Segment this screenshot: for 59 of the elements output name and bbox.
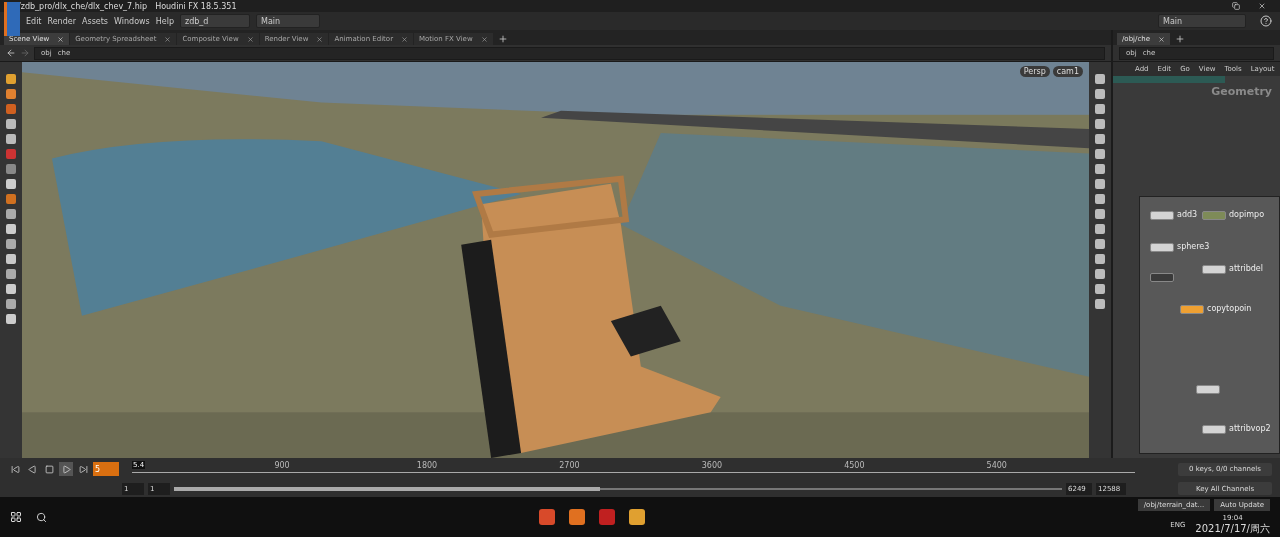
close-icon[interactable]	[1158, 35, 1165, 43]
network-node[interactable]	[1150, 211, 1174, 220]
network-canvas[interactable]: add3 dopimpo sphere3 attribdel copytopoin attribvop2	[1139, 196, 1280, 454]
search-icon[interactable]	[36, 511, 47, 523]
node-label: dopimpo	[1229, 210, 1265, 219]
tick-label: 2700	[559, 461, 580, 470]
close-icon[interactable]	[57, 35, 65, 43]
node-label: sphere3	[1177, 242, 1210, 251]
app-icon[interactable]	[599, 509, 616, 525]
network-node[interactable]	[1150, 273, 1174, 282]
restore-icon[interactable]	[1232, 2, 1240, 10]
app-icon[interactable]	[539, 509, 556, 525]
add-tab-icon[interactable]	[497, 34, 508, 44]
desktop-dropdown[interactable]: zdb_d	[180, 14, 250, 28]
camera-menu[interactable]: Persp	[1019, 66, 1050, 77]
app-icon[interactable]	[569, 509, 586, 525]
network-node[interactable]	[1150, 243, 1174, 252]
tick-label: 4500	[844, 461, 865, 470]
tick-label: 3600	[701, 461, 723, 470]
file-path: /zdb_pro/dlx_che/dlx_chev_7.hip	[18, 1, 148, 11]
network-node[interactable]	[1202, 265, 1226, 274]
menu-item[interactable]: Render	[47, 16, 76, 26]
network-node[interactable]	[1202, 425, 1226, 434]
camera-menu[interactable]: cam1	[1052, 66, 1083, 77]
node-label: add3	[1177, 210, 1198, 219]
forward-icon[interactable]	[20, 48, 30, 58]
play-button[interactable]	[59, 462, 73, 476]
windows-start-icon[interactable]	[10, 511, 22, 523]
range-slider[interactable]	[174, 486, 601, 491]
close-icon[interactable]	[316, 35, 324, 43]
context-dropdown[interactable]: Main	[256, 14, 320, 28]
tick-label: 900	[274, 461, 290, 470]
close-icon[interactable]	[246, 35, 254, 43]
network-node[interactable]	[1202, 211, 1226, 220]
node-label: attribvop2	[1229, 424, 1271, 433]
tick-label: 5400	[986, 461, 1007, 470]
menu-item[interactable]: Help	[155, 16, 174, 26]
viewport[interactable]: Persp cam1	[22, 62, 1089, 458]
add-tab-icon[interactable]	[1175, 34, 1185, 44]
clock-date[interactable]: 2021/7/17/周六	[1195, 521, 1270, 536]
network-node[interactable]	[1180, 305, 1204, 314]
close-icon[interactable]	[1258, 2, 1266, 10]
network-node[interactable]	[1196, 385, 1220, 394]
context-dropdown[interactable]: Main	[1158, 14, 1246, 28]
menu-item[interactable]: Assets	[82, 16, 109, 26]
close-icon[interactable]	[480, 35, 488, 43]
node-label: attribdel	[1229, 264, 1263, 273]
window-title: Houdini FX 18.5.351	[155, 1, 237, 11]
close-icon[interactable]	[164, 35, 172, 43]
node-label: copytopoin	[1207, 304, 1252, 313]
tick-label: 1800	[416, 461, 438, 470]
menu-item[interactable]: Edit	[26, 16, 42, 26]
context-label: Geometry	[1210, 84, 1273, 100]
stop-button[interactable]	[42, 462, 56, 476]
back-icon[interactable]	[6, 48, 16, 58]
help-icon[interactable]	[1260, 15, 1272, 27]
close-icon[interactable]	[401, 35, 409, 43]
menu-item[interactable]: Windows	[114, 16, 150, 26]
houdini-logo-icon	[4, 2, 20, 36]
